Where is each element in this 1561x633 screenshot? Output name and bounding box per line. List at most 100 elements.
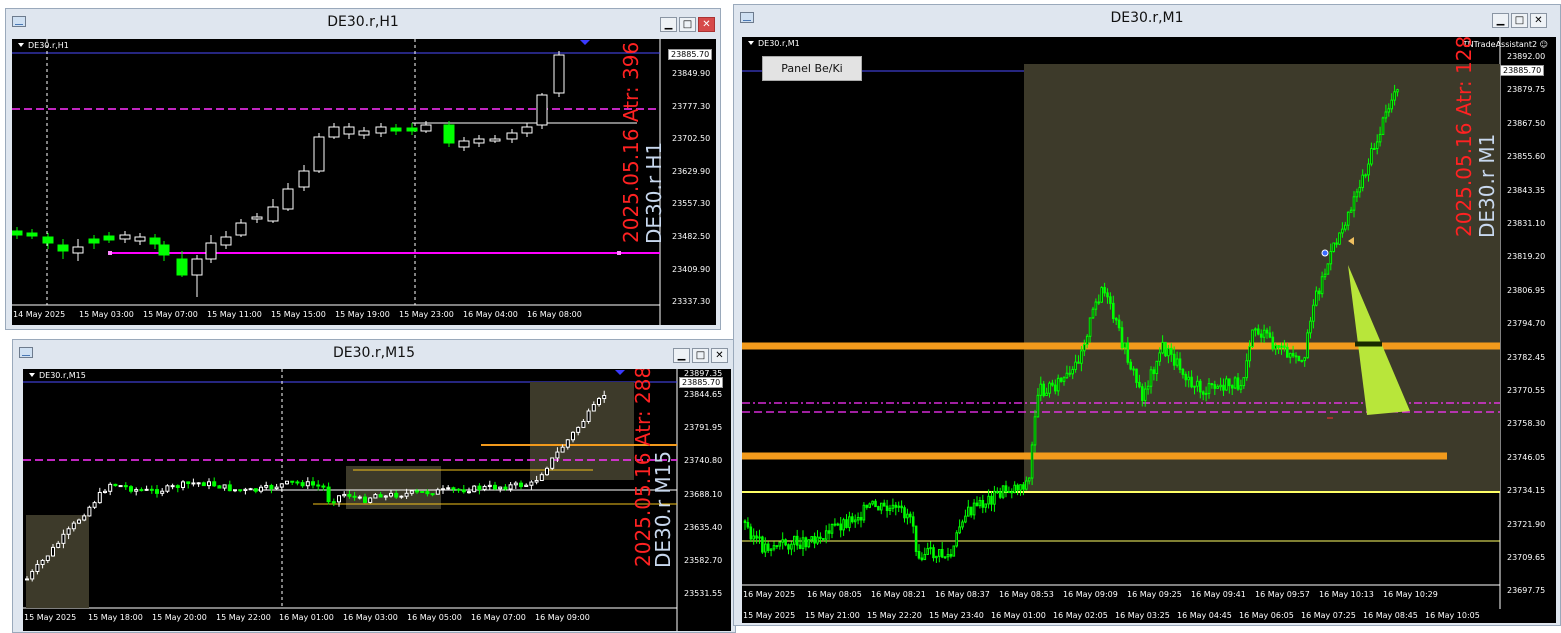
m1-candle-body xyxy=(743,520,747,524)
m1-candle-body xyxy=(1106,292,1109,298)
h1-candle-body xyxy=(298,170,310,188)
m1-candle-body xyxy=(894,504,898,508)
minimize-button[interactable]: ▁ xyxy=(673,348,690,363)
m1-candle-body xyxy=(1074,361,1077,370)
close-button[interactable]: ✕ xyxy=(1530,13,1547,28)
m15-price-tick: 23791.95 xyxy=(684,423,723,433)
m1-candle-body xyxy=(1013,484,1016,493)
h1-symbol-label[interactable]: DE30.r,H1 xyxy=(18,41,69,50)
m1-candle-body xyxy=(1323,273,1327,278)
m1-candle-body xyxy=(1039,383,1043,396)
h1-candle-body xyxy=(134,236,146,242)
m1-symbol-label[interactable]: DE30.r,M1 xyxy=(748,39,800,48)
m1-candle-body xyxy=(859,516,863,521)
m15-candle-body xyxy=(446,487,451,490)
m15-zone xyxy=(26,515,89,608)
m1-candle-body xyxy=(1251,329,1254,348)
m1-candle-body xyxy=(1344,224,1347,230)
panel-be-ki-button[interactable]: Panel Be/Ki xyxy=(762,56,862,81)
h1-candle-body xyxy=(251,216,263,220)
minimize-button[interactable]: ▁ xyxy=(660,17,677,32)
m15-zone xyxy=(530,382,634,480)
m1-candle-body xyxy=(1291,352,1295,357)
m15-candle-body xyxy=(269,485,274,490)
m15-candle-body xyxy=(441,488,445,491)
m1-price-tick: 23794.70 xyxy=(1507,319,1546,329)
m15-candle-body xyxy=(71,522,76,530)
m1-candle-body xyxy=(967,506,970,517)
h1-titlebar[interactable]: DE30.r,H1 ▁ □ ✕ xyxy=(6,9,720,35)
maximize-button[interactable]: □ xyxy=(679,17,696,32)
m15-candle-body xyxy=(118,485,123,488)
m15-chart-window[interactable]: DE30.r,M15 ▁ □ ✕ DE30.r,M15 23897.35 238… xyxy=(12,339,736,633)
m15-candle-body xyxy=(170,485,175,488)
m1-candle-body xyxy=(1370,148,1373,165)
m15-symbol-label[interactable]: DE30.r,M15 xyxy=(29,371,86,380)
m1-titlebar[interactable]: DE30.r,M1 ▁ □ ✕ xyxy=(734,5,1560,31)
m1-candle-body xyxy=(978,499,982,507)
m1-strip-time-tick: 16 May 02:05 xyxy=(1053,611,1108,620)
m1-candle-body xyxy=(888,507,892,512)
minimize-button[interactable]: ▁ xyxy=(1492,13,1509,28)
h1-candle-body xyxy=(119,234,131,240)
m1-candle-body xyxy=(1317,290,1321,295)
m1-candle-body xyxy=(1175,358,1179,366)
m1-candle-body xyxy=(795,535,799,546)
m1-candle-body xyxy=(790,543,793,550)
close-button[interactable]: ✕ xyxy=(711,348,728,363)
m15-candle-body xyxy=(456,488,461,491)
m1-candle-body xyxy=(914,525,918,552)
m1-candle-body xyxy=(1146,385,1150,390)
m1-zone xyxy=(1024,64,1500,492)
m1-candle-body xyxy=(1068,372,1072,375)
h1-time-tick: 15 May 19:00 xyxy=(335,310,390,319)
m1-candle-body xyxy=(1303,357,1307,362)
h1-chart-area[interactable]: DE30.r,H1 23885.70 23849.90 23777.30 23702… xyxy=(12,39,716,325)
m1-candle-body xyxy=(1178,358,1182,370)
close-button[interactable]: ✕ xyxy=(698,17,715,32)
h1-price-tick: 23482.50 xyxy=(672,232,711,241)
m15-candle-body xyxy=(290,480,295,483)
m1-time-tick: 16 May 09:57 xyxy=(1255,590,1310,599)
maximize-button[interactable]: □ xyxy=(692,348,709,363)
h1-candle-body xyxy=(406,127,418,132)
h1-price-tick: 23557.30 xyxy=(672,199,711,209)
m1-chart-area[interactable]: DE30.r,M1 TNTradeAssistant2 ☺ Panel Be/K… xyxy=(742,37,1556,609)
m15-candle-body xyxy=(524,484,529,487)
m1-candle-body xyxy=(1216,386,1219,389)
m1-strip-time-tick: 16 May 08:45 xyxy=(1363,611,1418,620)
m15-candle-body xyxy=(347,493,352,497)
maximize-button[interactable]: □ xyxy=(1511,13,1528,28)
m1-price-tick: 23843.35 xyxy=(1507,185,1546,195)
m1-candle-body xyxy=(1164,341,1167,357)
m1-strip-time-tick: 15 May 2025 xyxy=(743,611,796,620)
h1-candle-body xyxy=(72,246,84,254)
h1-current-price: 23885.70 xyxy=(668,49,713,60)
m15-time-tick: 15 May 20:00 xyxy=(152,613,207,622)
m15-candle-body xyxy=(550,457,555,469)
m1-chart-window[interactable]: DE30.r,M1 ▁ □ ✕ DE30.r,M1 TNTradeAssista… xyxy=(733,4,1561,626)
h1-chart-window[interactable]: DE30.r,H1 ▁ □ ✕ DE30.r,H1 23885.70 23849… xyxy=(5,8,721,330)
m1-candle-body xyxy=(1001,485,1005,498)
h1-candle-body xyxy=(521,126,533,134)
m15-candle-body xyxy=(35,563,40,572)
m15-price-tick: 23688.10 xyxy=(684,489,723,499)
m15-time-tick: 16 May 09:00 xyxy=(535,613,590,622)
m1-candle-body xyxy=(1338,232,1341,245)
h1-time-tick: 14 May 2025 xyxy=(13,310,66,319)
m15-chart-area[interactable]: DE30.r,M15 23897.35 23885.70 23844.65 237… xyxy=(23,369,731,631)
m1-candle-body xyxy=(891,504,895,509)
m1-candle-body xyxy=(1007,491,1011,494)
m1-candle-body xyxy=(961,521,964,528)
m15-titlebar[interactable]: DE30.r,M15 ▁ □ ✕ xyxy=(13,340,735,366)
m1-price-tick: 23892.00 xyxy=(1507,52,1546,61)
m1-candle-body xyxy=(1135,368,1138,383)
m1-candle-body xyxy=(1103,287,1106,294)
m15-candle-body xyxy=(77,519,81,524)
m1-candle-body xyxy=(1045,392,1048,397)
m15-candle-body xyxy=(555,451,560,459)
m15-candle-body xyxy=(467,491,471,494)
m15-current-price: 23885.70 xyxy=(679,377,724,388)
m15-candle-body xyxy=(539,474,544,482)
m1-candle-body xyxy=(940,548,944,558)
